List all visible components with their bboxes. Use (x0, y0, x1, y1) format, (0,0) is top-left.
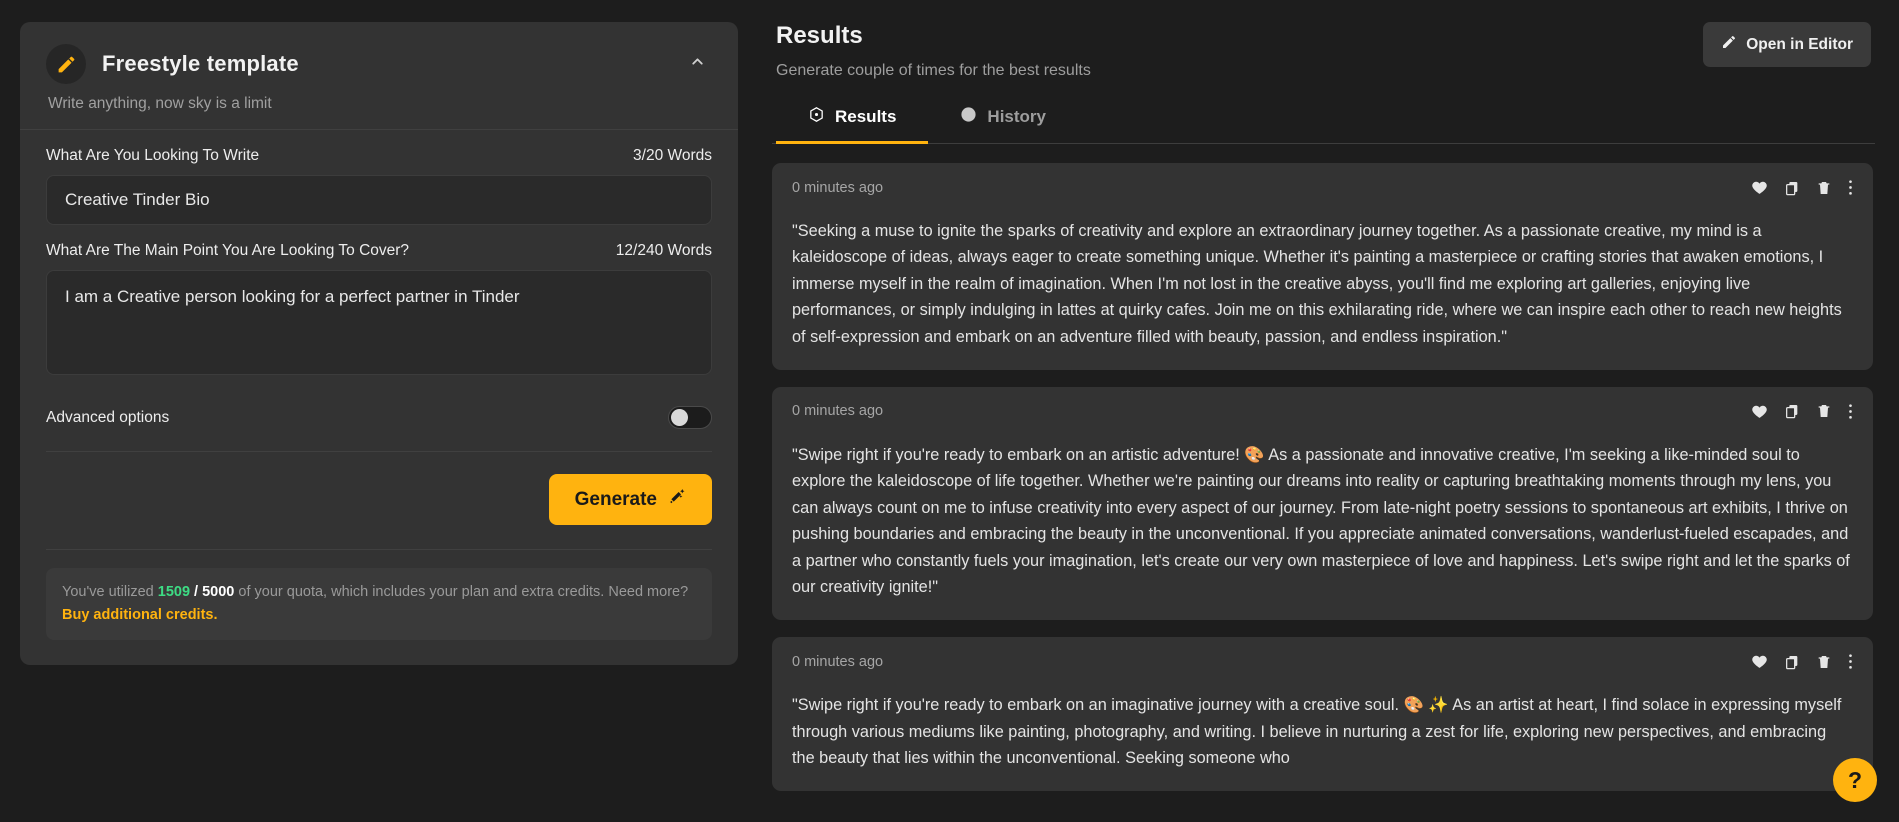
favorite-icon[interactable] (1751, 403, 1768, 420)
copy-icon[interactable] (1784, 180, 1800, 196)
results-header-text: Results Generate couple of times for the… (776, 22, 1091, 80)
results-title: Results (776, 22, 863, 49)
app-root: Freestyle template Write anything, now s… (0, 0, 1899, 822)
generate-button[interactable]: Generate (548, 474, 712, 525)
results-panel: Results Generate couple of times for the… (772, 22, 1875, 822)
advanced-options-toggle[interactable] (668, 406, 712, 429)
topic-input[interactable] (46, 175, 712, 225)
template-panel: Freestyle template Write anything, now s… (20, 22, 738, 665)
advanced-options-label: Advanced options (46, 408, 170, 426)
field1-word-counter: 3/20 Words (633, 147, 712, 164)
copy-icon[interactable] (1784, 403, 1800, 419)
results-subtitle: Generate couple of times for the best re… (776, 62, 1091, 79)
page-title: Freestyle template (102, 51, 299, 76)
favorite-icon[interactable] (1751, 179, 1768, 196)
delete-icon[interactable] (1816, 403, 1832, 419)
field2-label-row: What Are The Main Point You Are Looking … (46, 225, 712, 270)
more-options-icon[interactable] (1848, 653, 1853, 670)
open-in-editor-label: Open in Editor (1746, 35, 1853, 53)
favorite-icon[interactable] (1751, 653, 1768, 670)
result-text: "Swipe right if you're ready to embark o… (792, 445, 1850, 596)
quota-separator: / (190, 584, 203, 600)
pencil-icon (1721, 34, 1737, 55)
result-card-header: 0 minutes ago (792, 403, 1853, 420)
results-list[interactable]: 0 minutes ago "Seeking a muse to ignite … (772, 163, 1875, 822)
generate-row: Generate (46, 452, 712, 549)
result-card-actions (1751, 653, 1853, 670)
chevron-up-icon[interactable] (683, 47, 712, 81)
more-options-icon[interactable] (1848, 403, 1853, 420)
quota-total: 5000 (202, 584, 235, 600)
field1-label: What Are You Looking To Write (46, 147, 260, 164)
main-points-textarea[interactable] (46, 270, 712, 375)
quota-used: 1509 (157, 584, 191, 600)
result-card-header: 0 minutes ago (792, 653, 1853, 670)
template-subtitle: Write anything, now sky is a limit (48, 95, 272, 112)
toggle-knob (671, 409, 688, 426)
template-panel-header: Freestyle template Write anything, now s… (20, 22, 738, 113)
result-text: "Swipe right if you're ready to embark o… (792, 696, 1842, 768)
quota-prefix: You've utilized (62, 584, 158, 600)
tab-results-label: Results (835, 107, 897, 126)
pencil-icon (46, 44, 86, 84)
tab-results[interactable]: Results (776, 96, 929, 144)
copy-icon[interactable] (1784, 654, 1800, 670)
delete-icon[interactable] (1816, 654, 1832, 670)
field2-word-counter: 12/240 Words (615, 242, 712, 259)
atom-icon (808, 106, 825, 128)
results-header: Results Generate couple of times for the… (772, 22, 1875, 80)
quota-text: You've utilized 1509 / 5000 of your quot… (62, 581, 696, 627)
divider (46, 549, 712, 550)
result-timestamp: 0 minutes ago (792, 403, 884, 420)
field2-label: What Are The Main Point You Are Looking … (46, 242, 410, 259)
magic-wand-icon (667, 487, 686, 512)
results-tabs: Results History (772, 96, 1875, 144)
open-in-editor-button[interactable]: Open in Editor (1703, 22, 1871, 67)
more-options-icon[interactable] (1848, 179, 1853, 196)
quota-box: You've utilized 1509 / 5000 of your quot… (46, 568, 712, 641)
result-timestamp: 0 minutes ago (792, 653, 884, 670)
delete-icon[interactable] (1816, 180, 1832, 196)
result-card-header: 0 minutes ago (792, 179, 1853, 196)
result-card: 0 minutes ago "Swipe right if you're rea… (772, 637, 1873, 792)
result-card: 0 minutes ago "Swipe right if you're rea… (772, 386, 1873, 621)
tab-history-label: History (987, 107, 1046, 126)
result-text: "Seeking a muse to ignite the sparks of … (792, 222, 1842, 346)
result-card: 0 minutes ago "Seeking a muse to ignite … (772, 163, 1873, 370)
result-card-actions (1751, 179, 1853, 196)
buy-credits-link[interactable]: Buy additional credits. (62, 607, 218, 623)
field1-label-row: What Are You Looking To Write 3/20 Words (46, 130, 712, 175)
template-form: What Are You Looking To Write 3/20 Words… (20, 130, 738, 641)
template-title-row: Freestyle template (46, 44, 712, 84)
tab-history[interactable]: History (928, 96, 1078, 144)
clock-icon (960, 106, 977, 128)
result-card-actions (1751, 403, 1853, 420)
advanced-options-row: Advanced options (46, 380, 712, 451)
help-button[interactable]: ? (1833, 758, 1877, 802)
generate-button-label: Generate (574, 488, 657, 510)
result-timestamp: 0 minutes ago (792, 179, 884, 196)
quota-middle: of your quota, which includes your plan … (234, 584, 689, 600)
